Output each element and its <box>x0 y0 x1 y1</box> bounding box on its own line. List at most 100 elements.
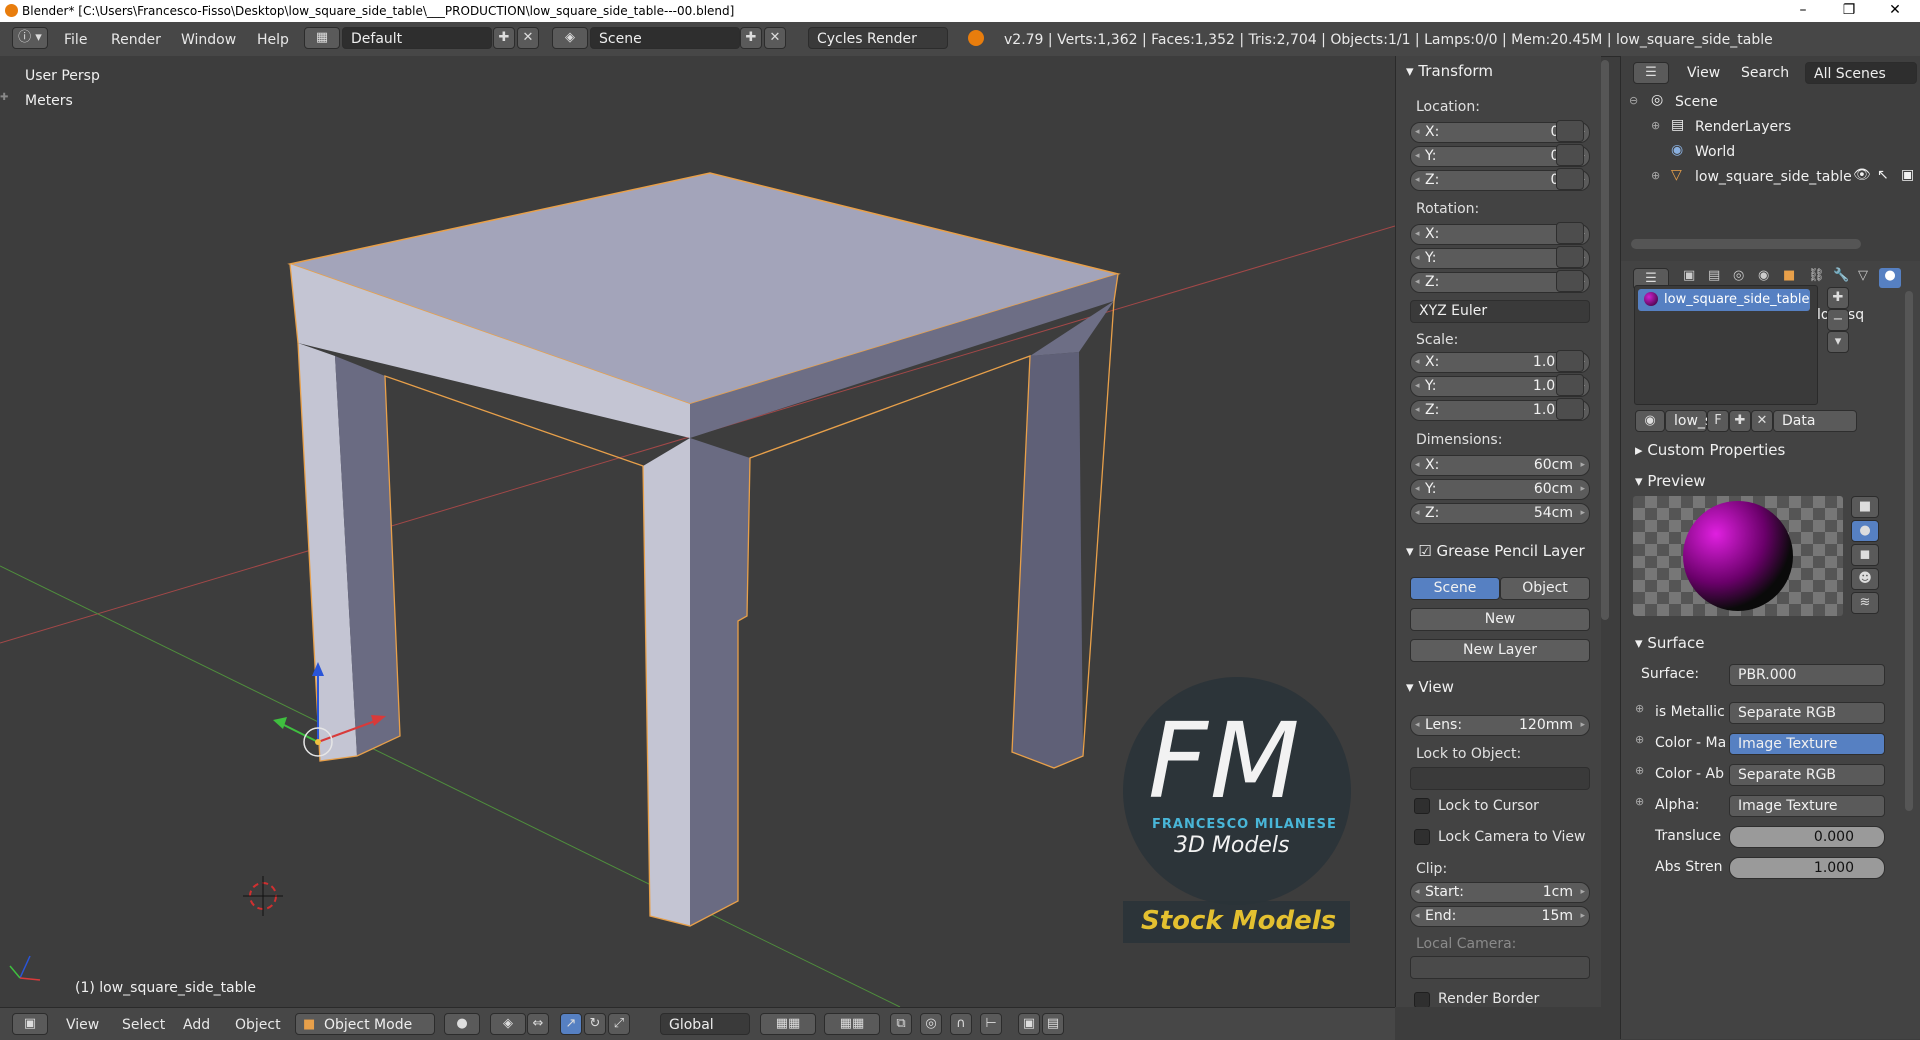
transform-orientation-select[interactable]: Global <box>660 1013 750 1035</box>
scene-tab-icon[interactable]: ◎ <box>1733 268 1744 283</box>
material-tab-icon[interactable]: ● <box>1879 268 1901 288</box>
world-tab-icon[interactable]: ◉ <box>1758 268 1769 283</box>
rotate-manipulator-icon[interactable]: ↻ <box>584 1013 606 1035</box>
select-arrow-icon[interactable]: ↖ <box>1877 167 1889 183</box>
lock-object-field[interactable] <box>1410 767 1590 790</box>
remove-layout-icon[interactable]: ✕ <box>517 27 539 49</box>
toolshelf-toggle-icon[interactable]: ✚ <box>0 92 8 103</box>
translate-manipulator-icon[interactable]: ↗ <box>560 1013 582 1035</box>
preview-sphere-icon[interactable]: ● <box>1851 520 1879 542</box>
transform-panel-header[interactable]: ▾ Transform <box>1406 62 1493 80</box>
lock-rotation-x-icon[interactable] <box>1556 222 1584 244</box>
lock-location-x-icon[interactable] <box>1556 120 1584 142</box>
screen-layout-icon[interactable]: ▦ <box>304 27 340 49</box>
transluce-slider[interactable]: 0.000 <box>1729 826 1885 848</box>
viewport-shading-icon[interactable]: ● <box>444 1013 480 1035</box>
layers-grid-2-icon[interactable]: ▦▦ <box>824 1013 880 1035</box>
scale-manipulator-icon[interactable]: ⤢ <box>608 1013 630 1035</box>
snap-element-icon[interactable]: ⊢ <box>980 1013 1002 1035</box>
outliner-item-scene[interactable]: Scene <box>1675 94 1718 110</box>
preview-hair-icon[interactable]: ≋ <box>1851 592 1879 614</box>
proportional-edit-icon[interactable]: ◎ <box>920 1013 942 1035</box>
data-tab-icon[interactable]: ▽ <box>1858 268 1868 283</box>
menu-file[interactable]: File <box>64 32 87 48</box>
add-layout-icon[interactable]: ✚ <box>493 27 515 49</box>
render-camera-icon[interactable]: ▣ <box>1901 167 1914 183</box>
slot-menu-icon[interactable]: ▾ <box>1827 331 1849 353</box>
lens-field[interactable]: ◂ Lens: 120mm ▸ <box>1410 715 1590 736</box>
constraints-tab-icon[interactable]: ⛓ <box>1808 268 1825 283</box>
opengl-animation-icon[interactable]: ▤ <box>1042 1013 1064 1035</box>
layers-grid-1-icon[interactable]: ▦▦ <box>760 1013 816 1035</box>
manipulator-toggle-icon[interactable]: ⇔ <box>527 1013 549 1035</box>
visibility-eye-icon[interactable]: 👁 <box>1853 167 1871 183</box>
object-tab-icon[interactable]: ■ <box>1783 268 1795 283</box>
material-slot-selected[interactable]: low_square_side_table <box>1638 289 1810 311</box>
lock-location-z-icon[interactable] <box>1556 168 1584 190</box>
remove-scene-icon[interactable]: ✕ <box>764 27 786 49</box>
outliner-item-renderlayers[interactable]: RenderLayers <box>1695 119 1791 135</box>
custom-properties-header[interactable]: ▸ Custom Properties <box>1635 441 1785 459</box>
new-material-icon[interactable]: ✚ <box>1729 410 1751 432</box>
menu-select[interactable]: Select <box>122 1017 165 1033</box>
remove-slot-icon[interactable]: − <box>1827 309 1849 331</box>
dimension-x-field[interactable]: ◂ X: 60cm ▸ <box>1410 455 1590 476</box>
lock-to-cursor-checkbox[interactable] <box>1414 798 1430 814</box>
modifiers-tab-icon[interactable]: 🔧 <box>1833 268 1849 283</box>
grease-new-button[interactable]: New <box>1410 608 1590 631</box>
pivot-point-icon[interactable]: ◈ <box>490 1013 526 1035</box>
snap-magnet-icon[interactable]: ∩ <box>950 1013 972 1035</box>
add-scene-icon[interactable]: ✚ <box>740 27 762 49</box>
preview-flat-icon[interactable]: ■ <box>1851 496 1879 518</box>
lock-scale-x-icon[interactable] <box>1556 350 1584 372</box>
opengl-render-icon[interactable]: ▣ <box>1018 1013 1040 1035</box>
menu-render[interactable]: Render <box>111 32 161 48</box>
n-panel-scrollbar[interactable] <box>1601 60 1609 620</box>
menu-object[interactable]: Object <box>235 1017 281 1033</box>
lock-rotation-y-icon[interactable] <box>1556 246 1584 268</box>
new-layer-button[interactable]: New Layer <box>1410 639 1590 662</box>
lock-rotation-z-icon[interactable] <box>1556 270 1584 292</box>
scene-field[interactable]: Scene <box>590 27 740 49</box>
preview-monkey-icon[interactable]: ☻ <box>1851 568 1879 590</box>
rotation-mode-select[interactable]: XYZ Euler <box>1410 300 1590 323</box>
lock-layer-icon[interactable]: ⧉ <box>890 1013 912 1035</box>
outliner-item-object[interactable]: low_square_side_table <box>1695 169 1852 185</box>
outliner-search-menu[interactable]: Search <box>1741 65 1789 81</box>
input-node-select-3[interactable]: Separate RGB <box>1729 764 1885 786</box>
grease-pencil-panel-header[interactable]: ▾ ☑ Grease Pencil Layer <box>1406 542 1585 560</box>
preview-header[interactable]: ▾ Preview <box>1635 472 1706 490</box>
render-tab-icon[interactable]: ▣ <box>1683 268 1695 283</box>
input-node-select-2[interactable]: Image Texture <box>1729 733 1885 755</box>
dimension-z-field[interactable]: ◂ Z: 54cm ▸ <box>1410 503 1590 524</box>
abs-strength-slider[interactable]: 1.000 <box>1729 857 1885 879</box>
render-layers-tab-icon[interactable]: ▤ <box>1708 268 1720 283</box>
local-camera-field[interactable] <box>1410 956 1590 979</box>
clip-end-field[interactable]: ◂ End: 15m ▸ <box>1410 906 1590 927</box>
grease-object-tab[interactable]: Object <box>1500 577 1590 600</box>
close-button[interactable]: ✕ <box>1872 0 1918 22</box>
lock-camera-checkbox[interactable] <box>1414 829 1430 845</box>
material-browse-icon[interactable]: ◉ <box>1635 410 1665 432</box>
menu-help[interactable]: Help <box>257 32 289 48</box>
input-expand-icon-2[interactable]: ⊕ <box>1635 733 1644 746</box>
scene-expand-icon[interactable]: ⊖ <box>1629 94 1638 107</box>
object-expand-icon[interactable]: ⊕ <box>1651 169 1660 182</box>
link-data-select[interactable]: Data <box>1773 410 1857 432</box>
view-panel-header[interactable]: ▾ View <box>1406 678 1454 696</box>
fake-user-button[interactable]: F <box>1707 410 1729 432</box>
input-expand-icon-1[interactable]: ⊕ <box>1635 702 1644 715</box>
screen-layout-field[interactable]: Default <box>342 27 492 49</box>
material-name-field[interactable]: low_s <box>1665 410 1712 432</box>
editor-type-info-icon[interactable]: ⓘ ▾ <box>12 27 48 49</box>
input-node-select-4[interactable]: Image Texture <box>1729 795 1885 817</box>
3d-viewport[interactable]: User Persp Meters (1) low_square_side_ta… <box>0 56 1395 1007</box>
input-node-select-1[interactable]: Separate RGB <box>1729 702 1885 724</box>
lock-scale-z-icon[interactable] <box>1556 398 1584 420</box>
lock-location-y-icon[interactable] <box>1556 144 1584 166</box>
grease-scene-tab[interactable]: Scene <box>1410 577 1500 600</box>
outliner-hscrollbar[interactable] <box>1631 239 1861 249</box>
input-expand-icon-3[interactable]: ⊕ <box>1635 764 1644 777</box>
add-slot-icon[interactable]: ✚ <box>1827 287 1849 309</box>
outliner-view-menu[interactable]: View <box>1687 65 1720 81</box>
